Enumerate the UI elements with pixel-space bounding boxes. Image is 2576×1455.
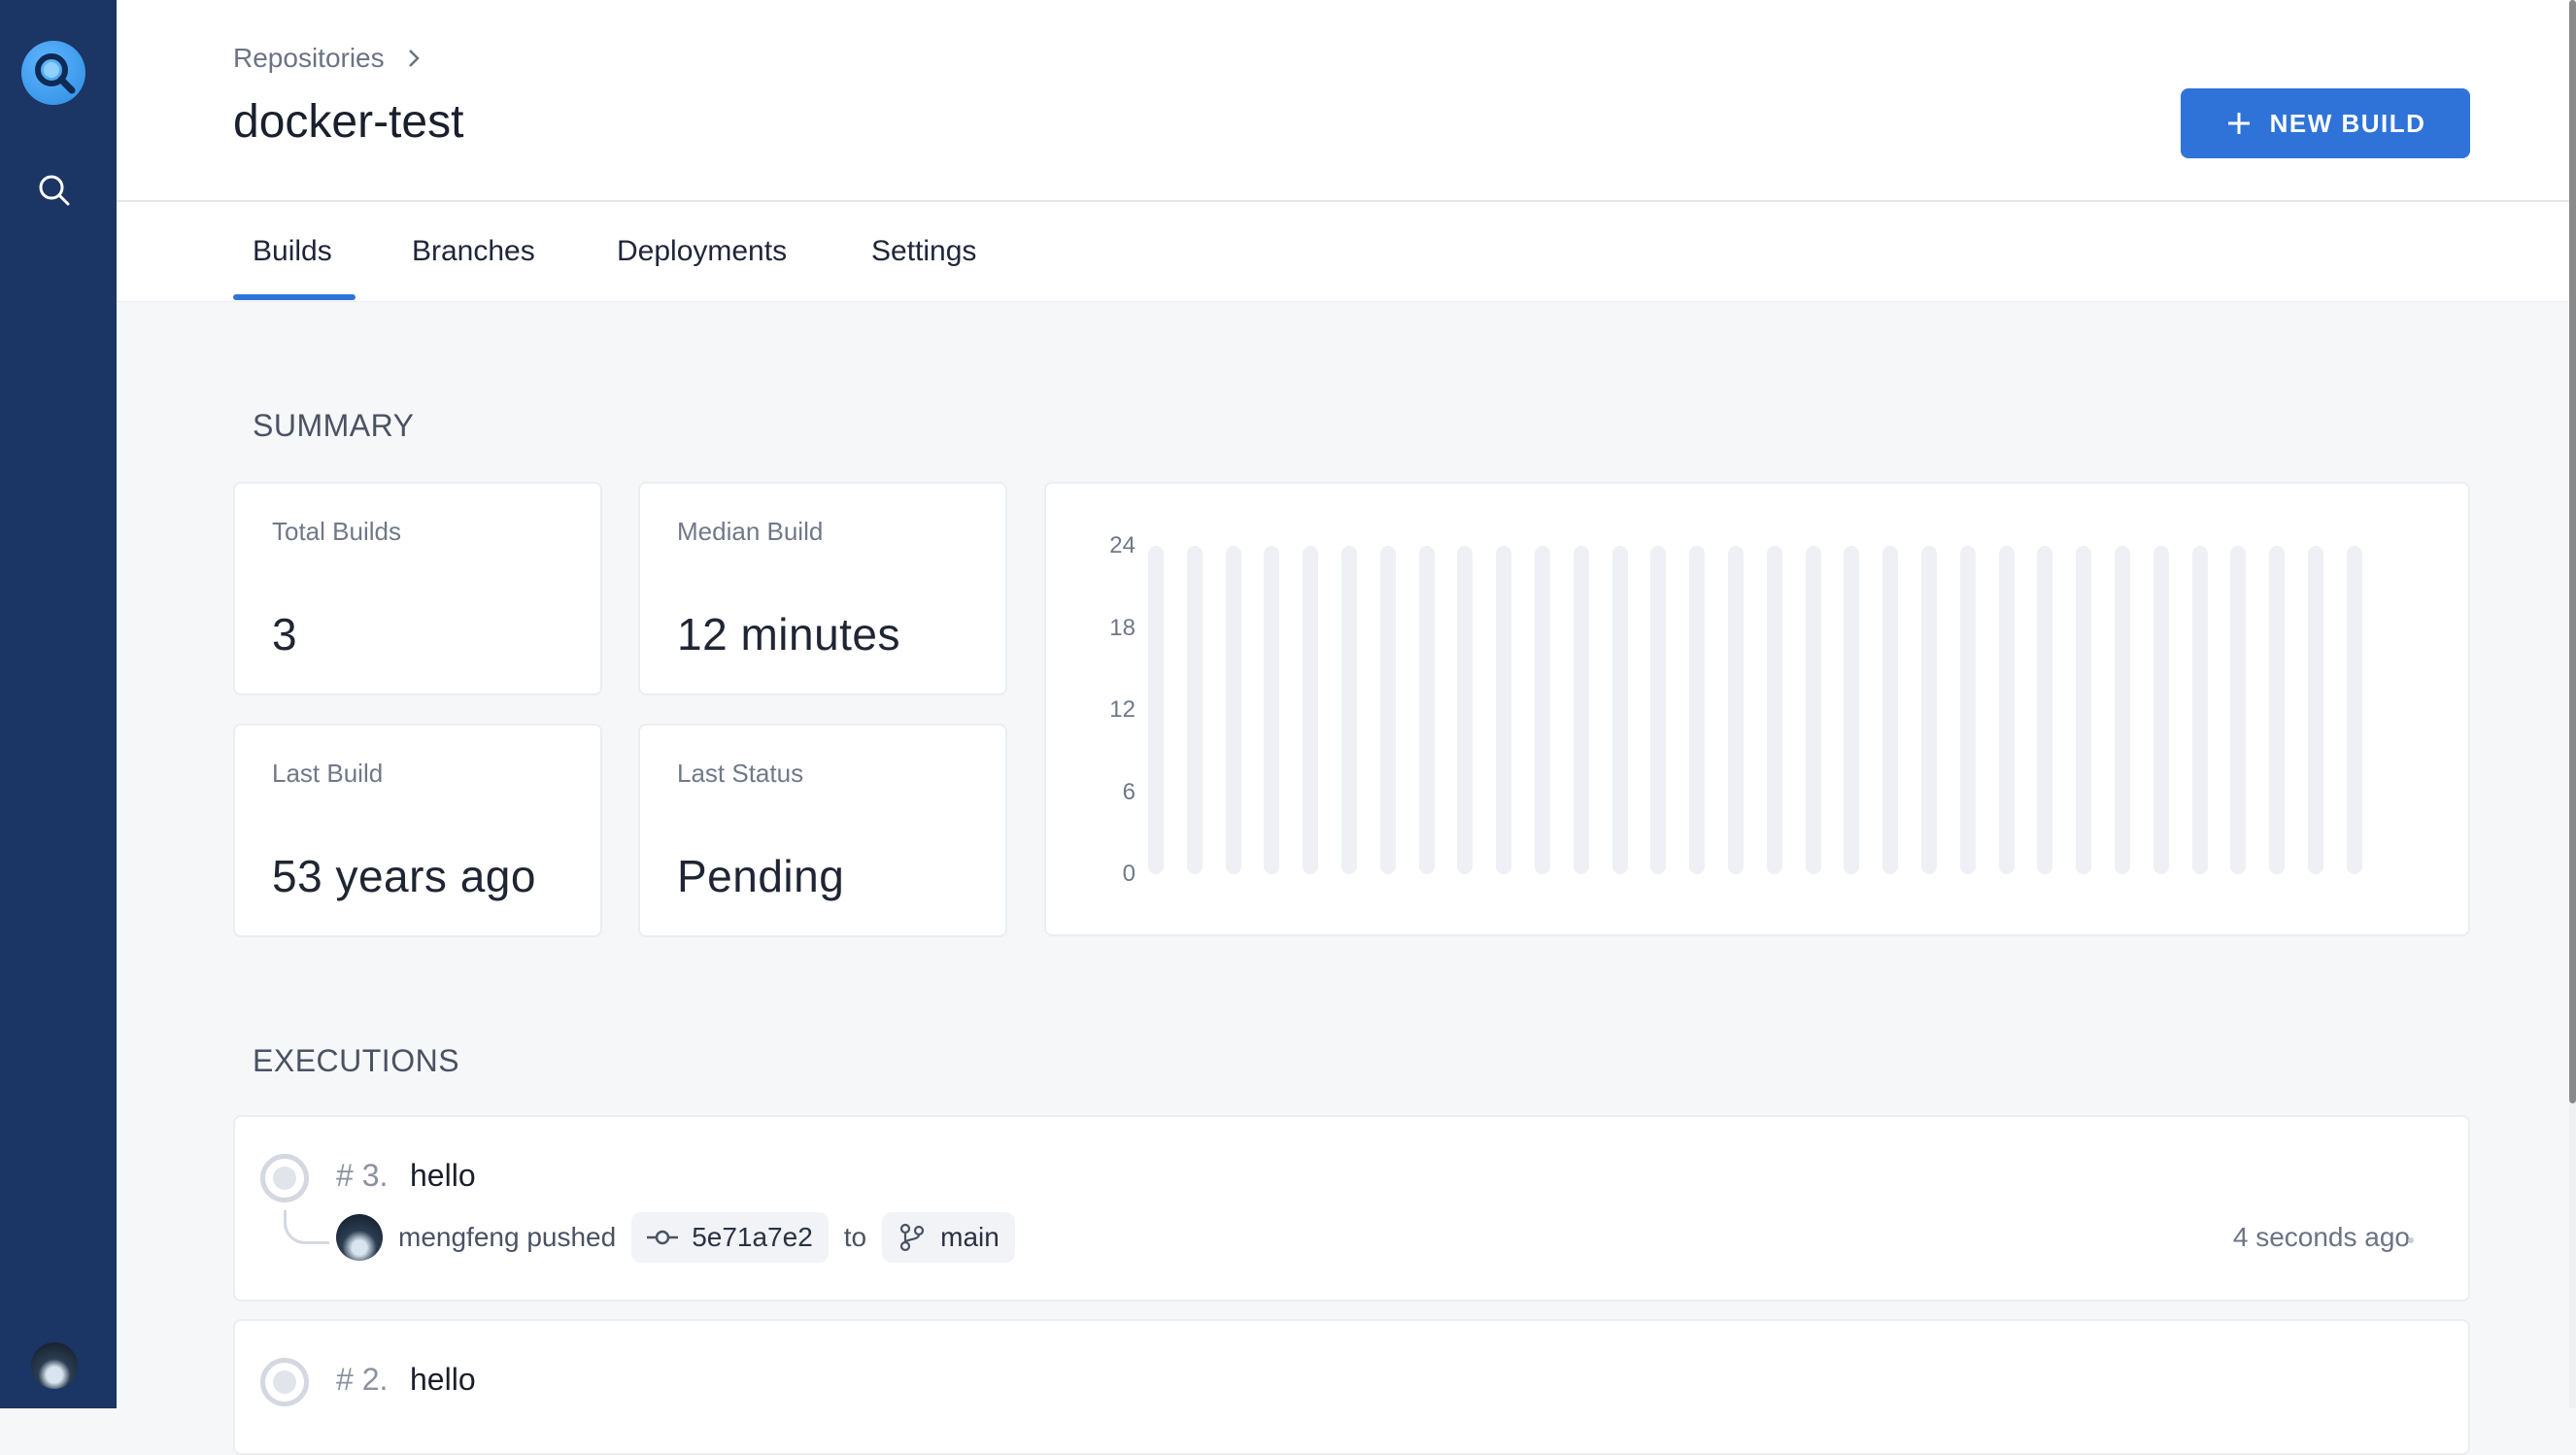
chart-bar-track[interactable]: [1921, 546, 1937, 874]
tab-deployments[interactable]: Deployments: [617, 235, 787, 268]
tab-branches[interactable]: Branches: [412, 235, 535, 268]
chart-bar-track[interactable]: [2308, 546, 2323, 874]
author-avatar: [336, 1214, 383, 1261]
commit-sha: 5e71a7e2: [692, 1222, 813, 1252]
chart-bar-track[interactable]: [1611, 546, 1628, 874]
chart-bar-track[interactable]: [1805, 546, 1821, 874]
chart-bar-track[interactable]: [1303, 546, 1319, 874]
tab-bar: Builds Branches Deployments Settings: [117, 202, 2569, 302]
chart-bar-track[interactable]: [1689, 546, 1706, 874]
execution-number: # 3.: [336, 1158, 389, 1193]
chevron-right-icon: [408, 50, 420, 67]
breadcrumb-repositories-link[interactable]: Repositories: [233, 43, 385, 74]
execution-time: 4 seconds ago: [2232, 1222, 2410, 1252]
chart-bar-track[interactable]: [1186, 546, 1203, 874]
y-tick-label: 6: [1122, 778, 1135, 805]
execution-row[interactable]: # 2. hello: [233, 1319, 2470, 1455]
execution-title[interactable]: hello: [410, 1362, 476, 1398]
branch-icon: [900, 1223, 925, 1252]
chart-bar-track[interactable]: [1264, 546, 1280, 874]
pending-status-icon: [260, 1154, 309, 1202]
chart-bar-track[interactable]: [1148, 546, 1164, 874]
stat-card-median-build: Median Build 12 minutes: [638, 482, 1007, 695]
stat-label: Total Builds: [272, 517, 401, 546]
branch-pill[interactable]: main: [882, 1212, 1015, 1263]
chart-bar-track[interactable]: [1728, 546, 1744, 874]
page-title: docker-test: [233, 96, 464, 148]
stat-card-last-status: Last Status Pending: [638, 724, 1007, 937]
stat-card-total-builds: Total Builds 3: [233, 482, 602, 695]
stat-value: Pending: [677, 851, 845, 901]
chart-bar-track[interactable]: [1998, 546, 2015, 874]
chart-bar-track[interactable]: [1379, 546, 1396, 874]
chart-bar-track[interactable]: [2230, 546, 2247, 874]
stat-label: Last Build: [272, 759, 384, 788]
y-tick-label: 0: [1122, 861, 1135, 887]
tab-settings[interactable]: Settings: [871, 235, 976, 268]
stat-label: Median Build: [677, 517, 824, 546]
status-dot: [2408, 1237, 2414, 1243]
chart-bar-track[interactable]: [1844, 546, 1860, 874]
user-avatar[interactable]: [31, 1342, 78, 1389]
chart-bar-track[interactable]: [2346, 546, 2362, 874]
search-icon[interactable]: [35, 171, 74, 210]
chart-bar-track[interactable]: [2115, 546, 2130, 874]
chart-bar-track[interactable]: [1418, 546, 1435, 874]
stat-value: 53 years ago: [272, 851, 536, 901]
chart-bar-track[interactable]: [1766, 546, 1782, 874]
commit-icon: [647, 1230, 679, 1245]
chart-bar-track[interactable]: [1882, 546, 1899, 874]
active-tab-indicator: [233, 294, 356, 300]
commit-pill[interactable]: 5e71a7e2: [631, 1212, 829, 1263]
app-logo[interactable]: [21, 41, 85, 105]
chart-bar-track[interactable]: [1535, 546, 1550, 874]
execution-title[interactable]: hello: [410, 1158, 476, 1194]
chart-bar-track[interactable]: [2037, 546, 2053, 874]
new-build-label: NEW BUILD: [2269, 108, 2426, 138]
y-tick-label: 18: [1109, 614, 1135, 641]
summary-heading: SUMMARY: [253, 408, 415, 443]
scrollbar[interactable]: [2569, 0, 2576, 1408]
chart-bar-track[interactable]: [2076, 546, 2092, 874]
logo-icon: [35, 53, 76, 94]
execution-meta: mengfeng pushed 5e71a7e2 to main: [336, 1212, 1015, 1263]
chart-bar-track[interactable]: [1573, 546, 1589, 874]
stat-value: 12 minutes: [677, 609, 901, 660]
build-duration-chart: 24 18 12 6 0: [1044, 482, 2470, 936]
chart-bar-track[interactable]: [1457, 546, 1474, 874]
stat-label: Last Status: [677, 759, 804, 788]
branch-name: main: [940, 1222, 1000, 1252]
chart-bar-track[interactable]: [1959, 546, 1976, 874]
y-tick-label: 12: [1109, 696, 1135, 723]
timeline-connector: [284, 1210, 329, 1244]
sidebar: [0, 0, 117, 1408]
executions-heading: EXECUTIONS: [253, 1043, 460, 1078]
stat-value: 3: [272, 609, 298, 660]
chart-bar-track[interactable]: [1341, 546, 1357, 874]
stat-card-last-build: Last Build 53 years ago: [233, 724, 602, 937]
y-tick-label: 24: [1109, 532, 1135, 558]
chart-bar-track[interactable]: [2152, 546, 2169, 874]
chart-bar-track[interactable]: [1225, 546, 1241, 874]
execution-number: # 2.: [336, 1362, 389, 1397]
author-action: mengfeng pushed: [398, 1222, 617, 1252]
to-label: to: [843, 1222, 867, 1252]
scrollbar-thumb[interactable]: [2569, 0, 2576, 1103]
execution-row[interactable]: # 3. hello mengfeng pushed 5e71a7e2 to m…: [233, 1115, 2470, 1302]
chart-bar-track[interactable]: [1650, 546, 1667, 874]
chart-bar-track[interactable]: [2191, 546, 2208, 874]
new-build-button[interactable]: NEW BUILD: [2181, 88, 2470, 158]
chart-bar-track[interactable]: [1496, 546, 1512, 874]
plus-icon: [2227, 113, 2250, 134]
breadcrumb: Repositories: [233, 43, 424, 74]
tab-builds[interactable]: Builds: [253, 235, 332, 268]
pending-status-icon: [260, 1358, 309, 1406]
chart-bar-track[interactable]: [2269, 546, 2286, 874]
